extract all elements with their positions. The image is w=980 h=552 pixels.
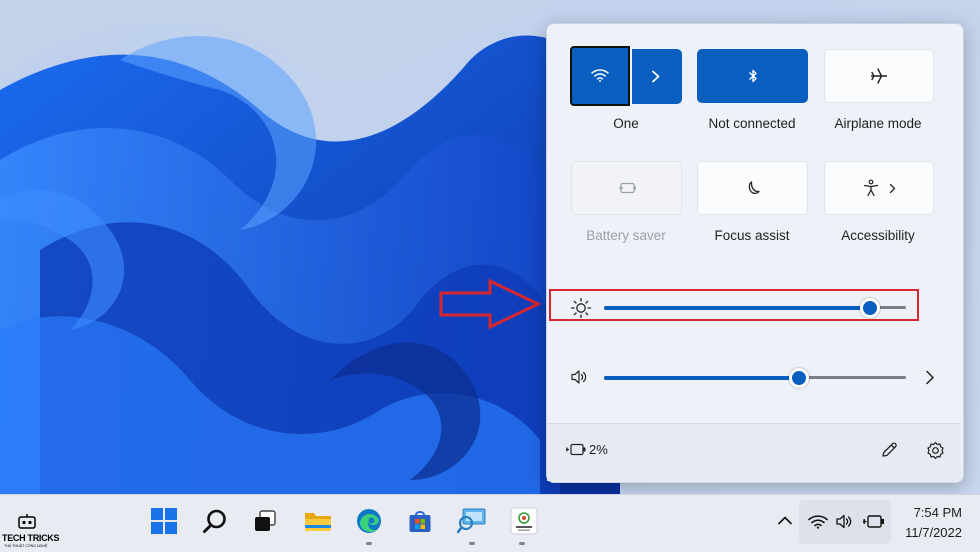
tray-wifi-icon [808,515,828,529]
battery-percentage[interactable]: 2% [589,442,608,457]
app-running-indicator [519,542,525,545]
speaker-icon [571,370,587,384]
tile-label-battery-saver: Battery saver [586,228,666,243]
volume-slider-thumb[interactable] [789,368,809,388]
chevron-right-icon [889,183,895,193]
snipping-tool-icon [457,508,486,534]
tile-label-accessibility: Accessibility [841,228,915,243]
start-button[interactable] [148,505,180,537]
tile-label-bluetooth: Not connected [708,116,796,131]
app-icon [510,507,538,535]
file-explorer-icon [305,513,331,531]
moon-icon [748,181,760,195]
wifi-toggle-button[interactable] [570,46,630,106]
tile-label-airplane: Airplane mode [834,116,922,131]
edge-button[interactable] [353,505,385,537]
watermark-title: TECH TRICKS [2,533,60,543]
snipping-running-indicator [469,542,475,545]
robot-logo-icon [18,514,36,529]
airplane-mode-button[interactable] [824,49,934,103]
file-explorer-button[interactable] [302,505,334,537]
task-view-icon [255,510,276,531]
annotation-arrow [439,278,542,330]
tile-label-focus-assist: Focus assist [714,228,790,243]
snipping-tool-button[interactable] [456,505,488,537]
wifi-networks-button[interactable] [632,49,682,104]
quick-settings-footer [547,423,961,481]
start-icon [151,508,177,534]
watermark-subtitle: THỦ THUẬT CÔNG NGHỆ [4,544,48,548]
search-icon [203,509,226,533]
battery-saver-icon [618,182,636,194]
accessibility-button[interactable] [824,161,934,215]
watermark-logo: TECH TRICKS THỦ THUẬT CÔNG NGHỆ [2,513,60,551]
focus-assist-button[interactable] [697,161,808,215]
store-button[interactable] [404,505,436,537]
accessibility-icon [863,179,878,197]
chevron-right-icon [652,70,660,83]
battery-saver-button[interactable] [571,161,682,215]
brightness-highlight-box [549,289,919,321]
search-button[interactable] [199,505,231,537]
settings-icon[interactable] [926,441,945,460]
sound-output-chevron-icon[interactable] [925,370,935,385]
tray-speaker-icon [836,514,852,529]
chevron-up-icon[interactable] [777,514,793,526]
edge-running-indicator [366,542,372,545]
task-view-button[interactable] [249,505,281,537]
app-button[interactable] [508,505,540,537]
bluetooth-icon [748,69,757,83]
wifi-icon [591,69,609,82]
tile-label-wifi: One [613,116,639,131]
volume-slider[interactable] [604,366,906,390]
battery-charging-icon [566,443,586,456]
store-icon [409,511,431,532]
clock-date[interactable]: 11/7/2022 [882,525,962,540]
bluetooth-toggle-button[interactable] [697,49,808,103]
edge-icon [357,509,381,533]
clock-time[interactable]: 7:54 PM [882,505,962,520]
edit-icon[interactable] [880,441,898,459]
airplane-icon [870,68,888,84]
